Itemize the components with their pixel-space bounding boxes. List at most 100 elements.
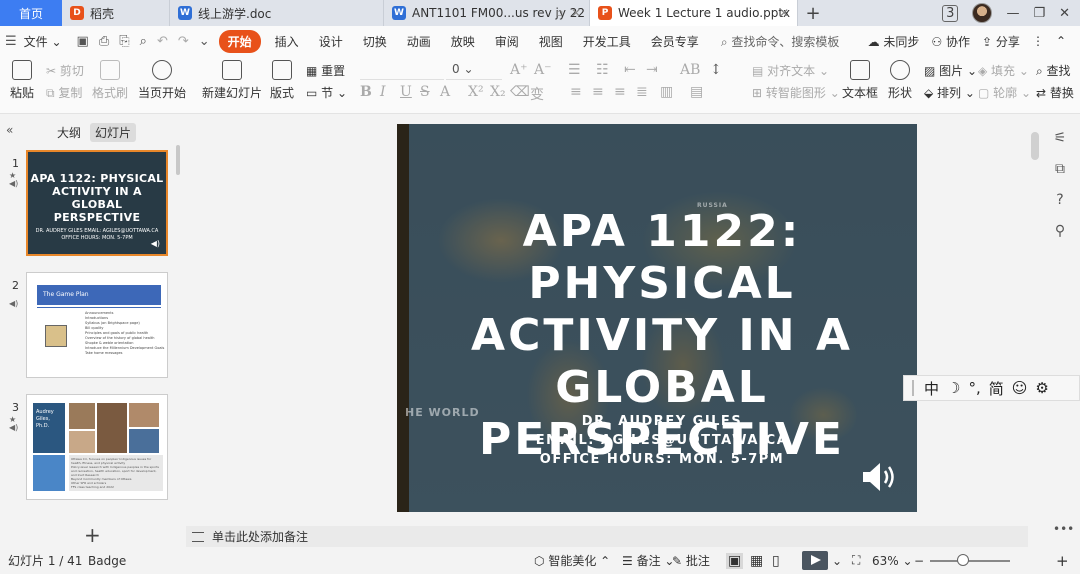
zoom-level[interactable]: 63% ⌄ [872, 554, 913, 568]
format-painter-button[interactable]: 格式刷 [92, 60, 128, 101]
canvas-scrollbar[interactable] [1031, 132, 1039, 160]
minimize-icon[interactable]: — [1006, 6, 1019, 21]
collapse-panel-icon[interactable]: « [6, 123, 13, 137]
redo-icon[interactable]: ↷ [173, 34, 194, 49]
share-button[interactable]: ⇪ 分享 [982, 33, 1020, 50]
notes-bar[interactable]: 单击此处添加备注 [186, 526, 1028, 547]
reading-view-icon[interactable]: ▯ [772, 553, 780, 569]
theme-name[interactable]: Badge [88, 554, 126, 568]
emoji-icon[interactable]: ☺ [1012, 379, 1028, 397]
zoom-fit-icon[interactable]: ⛶ [852, 553, 860, 568]
close-icon[interactable]: ✕ [571, 6, 581, 20]
restore-icon[interactable]: ❐ [1033, 6, 1045, 21]
shape-button[interactable]: 形状 [888, 60, 912, 101]
export-icon[interactable]: ⎙ [94, 34, 114, 49]
more-menu-icon[interactable]: ⋮ [1032, 34, 1044, 48]
play-options-icon[interactable]: ⌄ [832, 554, 842, 568]
zoom-slider[interactable] [930, 560, 1010, 562]
bullets-icon[interactable]: ☰ [568, 62, 581, 78]
indent-icon[interactable]: ⇤ [624, 62, 636, 78]
picture-button[interactable]: ▨ 图片 ⌄ [924, 62, 977, 79]
hamburger-icon[interactable]: ☰ [0, 34, 22, 49]
help-icon[interactable]: ? [1045, 192, 1075, 223]
line-spacing-icon[interactable]: ↕ [710, 62, 722, 78]
zoom-out-icon[interactable]: − [914, 554, 924, 568]
menu-view[interactable]: 视图 [529, 33, 573, 50]
moon-icon[interactable]: ☽ [947, 379, 960, 397]
copy-button[interactable]: ⧉ 复制 [46, 84, 82, 101]
audio-speaker-icon[interactable] [861, 460, 899, 494]
menu-animation[interactable]: 动画 [397, 33, 441, 50]
slide-thumbnail-1[interactable]: APA 1122: PHYSICAL ACTIVITY IN A GLOBAL … [26, 150, 168, 256]
distribute-icon[interactable]: ▥ [660, 84, 673, 100]
align-text-button[interactable]: ▤ 对齐文本 ⌄ [752, 62, 829, 79]
clear-format-icon[interactable]: ⌫ [510, 84, 530, 100]
outline-button[interactable]: ▢ 轮廓 ⌄ [978, 84, 1031, 101]
textbox-button[interactable]: 文本框 [842, 60, 878, 101]
notes-toggle-button[interactable]: ☰ 备注 ⌄ [622, 552, 674, 569]
undo-icon[interactable]: ↶ [152, 34, 173, 49]
replace-button[interactable]: ⇄ 替换 [1036, 84, 1074, 101]
grow-font-icon[interactable]: A⁺ [510, 62, 528, 78]
arrange-button[interactable]: ⬙ 排列 ⌄ [924, 84, 975, 101]
font-color-icon[interactable]: A [440, 84, 450, 100]
menu-design[interactable]: 设计 [309, 33, 353, 50]
properties-icon[interactable]: ⚟ [1045, 130, 1075, 161]
find-button[interactable]: ⌕ 查找 [1036, 62, 1071, 79]
menu-slideshow[interactable]: 放映 [441, 33, 485, 50]
layout-button[interactable]: 版式 [270, 60, 294, 101]
menu-start[interactable]: 开始 [218, 29, 261, 53]
save-icon[interactable]: ▣ [72, 34, 94, 49]
window-count-badge[interactable]: 3 [942, 4, 959, 22]
menu-transition[interactable]: 切换 [353, 33, 397, 50]
tab-outline[interactable]: 大纲 [52, 123, 86, 142]
collapse-ribbon-icon[interactable]: ⌃ [1056, 34, 1066, 48]
slide-sorter-icon[interactable]: ▦ [750, 553, 763, 569]
new-slide-button[interactable]: 新建幻灯片 [202, 60, 262, 101]
strikethrough-icon[interactable]: S [420, 84, 430, 100]
font-size-select[interactable]: 0 ⌄ [446, 62, 502, 80]
avatar[interactable] [972, 3, 993, 23]
pinyin-icon[interactable]: 变 [530, 84, 544, 104]
collab-button[interactable]: ⚇ 协作 [931, 33, 970, 50]
beautify-button[interactable]: ⬡ 智能美化 ⌃ [534, 552, 610, 569]
menu-file[interactable]: 文件 ⌄ [22, 33, 72, 50]
tab-slides[interactable]: 幻灯片 [90, 123, 137, 142]
to-smartart-button[interactable]: ⊞ 转智能图形 ⌄ [752, 84, 840, 101]
cut-button[interactable]: ✂ 剪切 [46, 62, 84, 79]
slide-thumbnail-3[interactable]: Audrey Giles, Ph.D. Ottawa Cri, focuses … [26, 394, 168, 500]
menu-review[interactable]: 审阅 [485, 33, 529, 50]
punctuation-toggle[interactable]: °, [968, 379, 980, 397]
close-icon[interactable]: ✕ [779, 6, 789, 20]
numbering-icon[interactable]: ☷ [596, 62, 609, 78]
tab-home[interactable]: 首页 [0, 0, 62, 26]
ime-chinese-toggle[interactable]: 中 [924, 378, 939, 399]
comment-button[interactable]: ✎ 批注 [672, 552, 710, 569]
menu-devtools[interactable]: 开发工具 [573, 33, 641, 50]
bold-icon[interactable]: B [360, 84, 372, 100]
preview-icon[interactable]: ⌕ [135, 34, 152, 49]
add-slide-button[interactable]: + [84, 523, 101, 547]
settings-gear-icon[interactable]: ⚙ [1035, 379, 1048, 397]
reset-button[interactable]: ▦ 重置 [306, 62, 345, 79]
font-family-select[interactable] [360, 62, 444, 80]
align-right-icon[interactable]: ≡ [614, 84, 626, 100]
subscript-icon[interactable]: X₂ [490, 84, 506, 100]
more-quick-icon[interactable]: ⌄ [194, 34, 215, 49]
underline-icon[interactable]: U [400, 84, 412, 100]
menu-insert[interactable]: 插入 [265, 33, 309, 50]
print-icon[interactable]: ⎘ [114, 34, 134, 49]
play-from-current-button[interactable]: 当页开始 [138, 60, 186, 101]
menu-member[interactable]: 会员专享 [641, 33, 709, 50]
new-tab-button[interactable]: + [798, 3, 828, 24]
justify-icon[interactable]: ≣ [636, 84, 648, 100]
current-slide[interactable]: HE WORLD RUSSIA APA 1122: PHYSICAL ACTIV… [397, 124, 917, 512]
zoom-slider-handle[interactable] [957, 554, 969, 566]
tab-ant1101[interactable]: W ANT1101 FM00...us rev jy 22 ▫ ✕ [384, 0, 590, 26]
play-slideshow-button[interactable] [802, 551, 828, 570]
columns-icon[interactable]: ▤ [690, 84, 703, 100]
panel-scrollbar[interactable] [176, 145, 180, 175]
tab-doc-online[interactable]: W 线上游学.doc [170, 0, 384, 26]
tab-docer[interactable]: D 稻壳 [62, 0, 170, 26]
fill-button[interactable]: ◈ 填充 ⌄ [978, 62, 1029, 79]
